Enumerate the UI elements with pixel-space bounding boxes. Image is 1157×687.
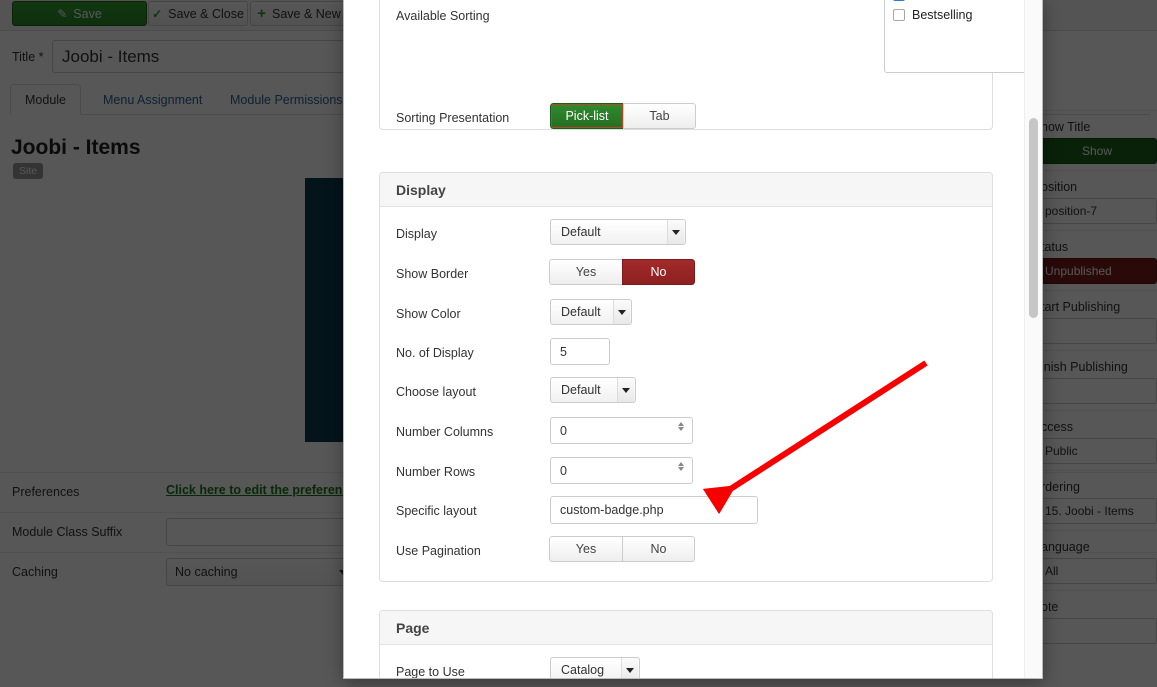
specific-layout-label: Specific layout (396, 504, 477, 518)
show-color-select-value: Default (561, 305, 601, 319)
sorting-presentation-label: Sorting Presentation (396, 111, 510, 125)
sorting-presentation-tab[interactable]: Tab (623, 103, 696, 129)
use-pagination-label: Use Pagination (396, 544, 481, 558)
modal-scrollbar-track[interactable] (1024, 0, 1042, 678)
row-use-pagination: Use Pagination Yes No (380, 534, 994, 574)
sorting-option-bestselling[interactable]: Bestselling (885, 5, 1025, 25)
stepper-arrows-icon[interactable] (678, 422, 684, 431)
number-rows-stepper[interactable]: 0 (550, 457, 693, 484)
no-of-display-label: No. of Display (396, 346, 474, 360)
row-choose-layout: Choose layout Default (380, 375, 994, 415)
row-sorting-presentation: Sorting Presentation Pick-list Tab (380, 101, 994, 141)
preferences-modal: Available Sorting Sorting Presentation P… (343, 0, 1043, 679)
display-panel-title: Display (380, 173, 992, 207)
available-sorting-label: Available Sorting (396, 9, 490, 23)
use-pagination-no[interactable]: No (622, 536, 695, 562)
display-select[interactable]: Default (550, 219, 686, 245)
show-border-no[interactable]: No (622, 259, 695, 285)
row-number-rows: Number Rows 0 (380, 455, 994, 495)
show-border-label: Show Border (396, 267, 469, 281)
sorting-option-bestselling-label: Bestselling (912, 8, 973, 22)
sorting-presentation-toggle[interactable]: Pick-list Tab (550, 103, 696, 129)
sorting-option-featured-label: Featured (912, 0, 962, 2)
number-columns-label: Number Columns (396, 425, 494, 439)
page-to-use-label: Page to Use (396, 665, 465, 679)
stepper-arrows-icon[interactable] (678, 462, 684, 471)
show-border-toggle[interactable]: Yes No (549, 259, 695, 285)
chevron-down-icon (617, 378, 634, 402)
number-columns-stepper[interactable]: 0 (550, 417, 693, 444)
choose-layout-label: Choose layout (396, 385, 476, 399)
row-show-color: Show Color Default (380, 297, 994, 337)
specific-layout-input[interactable] (550, 496, 758, 524)
show-color-select[interactable]: Default (550, 299, 632, 325)
row-page-to-use: Page to Use Catalog (380, 655, 994, 679)
row-no-of-display: No. of Display (380, 336, 994, 376)
number-columns-value: 0 (560, 423, 567, 438)
display-panel: Display Display Default Show Border Yes … (379, 172, 993, 582)
page-to-use-select[interactable]: Catalog (550, 657, 640, 678)
available-sorting-list[interactable]: Latest Oldest ✓ Featured Bestselling (884, 0, 1026, 73)
modal-scroll-area: Available Sorting Sorting Presentation P… (344, 0, 1026, 679)
display-select-value: Default (561, 225, 601, 239)
page-to-use-select-value: Catalog (561, 663, 605, 677)
checkbox-featured[interactable]: ✓ (893, 0, 905, 1)
chevron-down-icon (667, 220, 684, 244)
row-number-columns: Number Columns 0 (380, 415, 994, 455)
page-panel: Page Page to Use Catalog (379, 610, 994, 679)
use-pagination-toggle[interactable]: Yes No (549, 536, 695, 562)
row-show-border: Show Border Yes No (380, 257, 994, 297)
display-label: Display (396, 227, 437, 241)
page-panel-title: Page (380, 611, 992, 645)
row-display: Display Default (380, 217, 994, 257)
show-border-yes[interactable]: Yes (549, 259, 622, 285)
choose-layout-select-value: Default (561, 383, 601, 397)
choose-layout-select[interactable]: Default (550, 377, 636, 403)
sorting-presentation-picklist[interactable]: Pick-list (550, 103, 623, 129)
number-rows-value: 0 (560, 463, 567, 478)
checkbox-bestselling[interactable] (893, 9, 905, 21)
number-rows-label: Number Rows (396, 465, 476, 479)
chevron-down-icon (613, 300, 630, 324)
row-specific-layout: Specific layout (380, 494, 994, 534)
chevron-down-icon (621, 658, 638, 678)
show-color-label: Show Color (396, 307, 461, 321)
modal-scrollbar-thumb[interactable] (1029, 118, 1038, 318)
no-of-display-input[interactable] (550, 338, 610, 365)
use-pagination-yes[interactable]: Yes (549, 536, 622, 562)
